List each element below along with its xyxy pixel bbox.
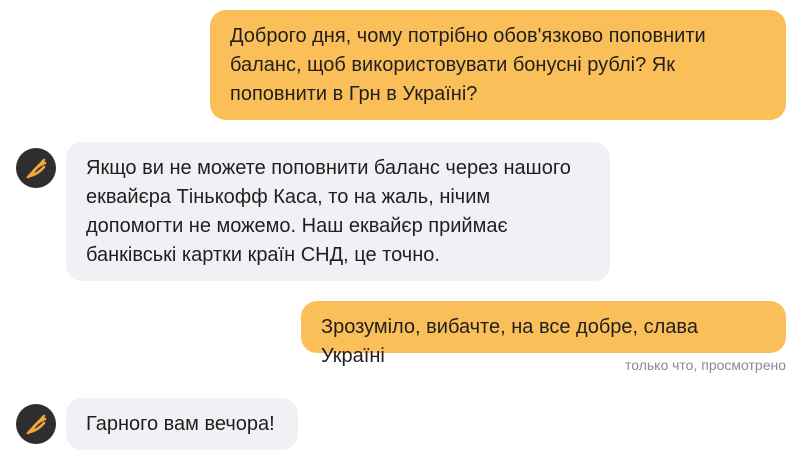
chat-thread: Доброго дня, чому потрібно обов'язково п… xyxy=(0,0,800,462)
bot-message-bubble: Якщо ви не можете поповнити баланс через… xyxy=(66,142,610,281)
bot-avatar xyxy=(16,148,56,188)
user-message-bubble: Доброго дня, чому потрібно обов'язково п… xyxy=(210,10,786,120)
feather-logo-icon xyxy=(26,158,47,179)
message-status: только что, просмотрено xyxy=(624,357,786,373)
user-message-bubble: Зрозуміло, вибачте, на все добре, слава … xyxy=(301,301,786,367)
bot-avatar xyxy=(16,404,56,444)
feather-logo-icon xyxy=(26,414,47,435)
bot-message-bubble: Гарного вам вечора! xyxy=(66,398,298,450)
